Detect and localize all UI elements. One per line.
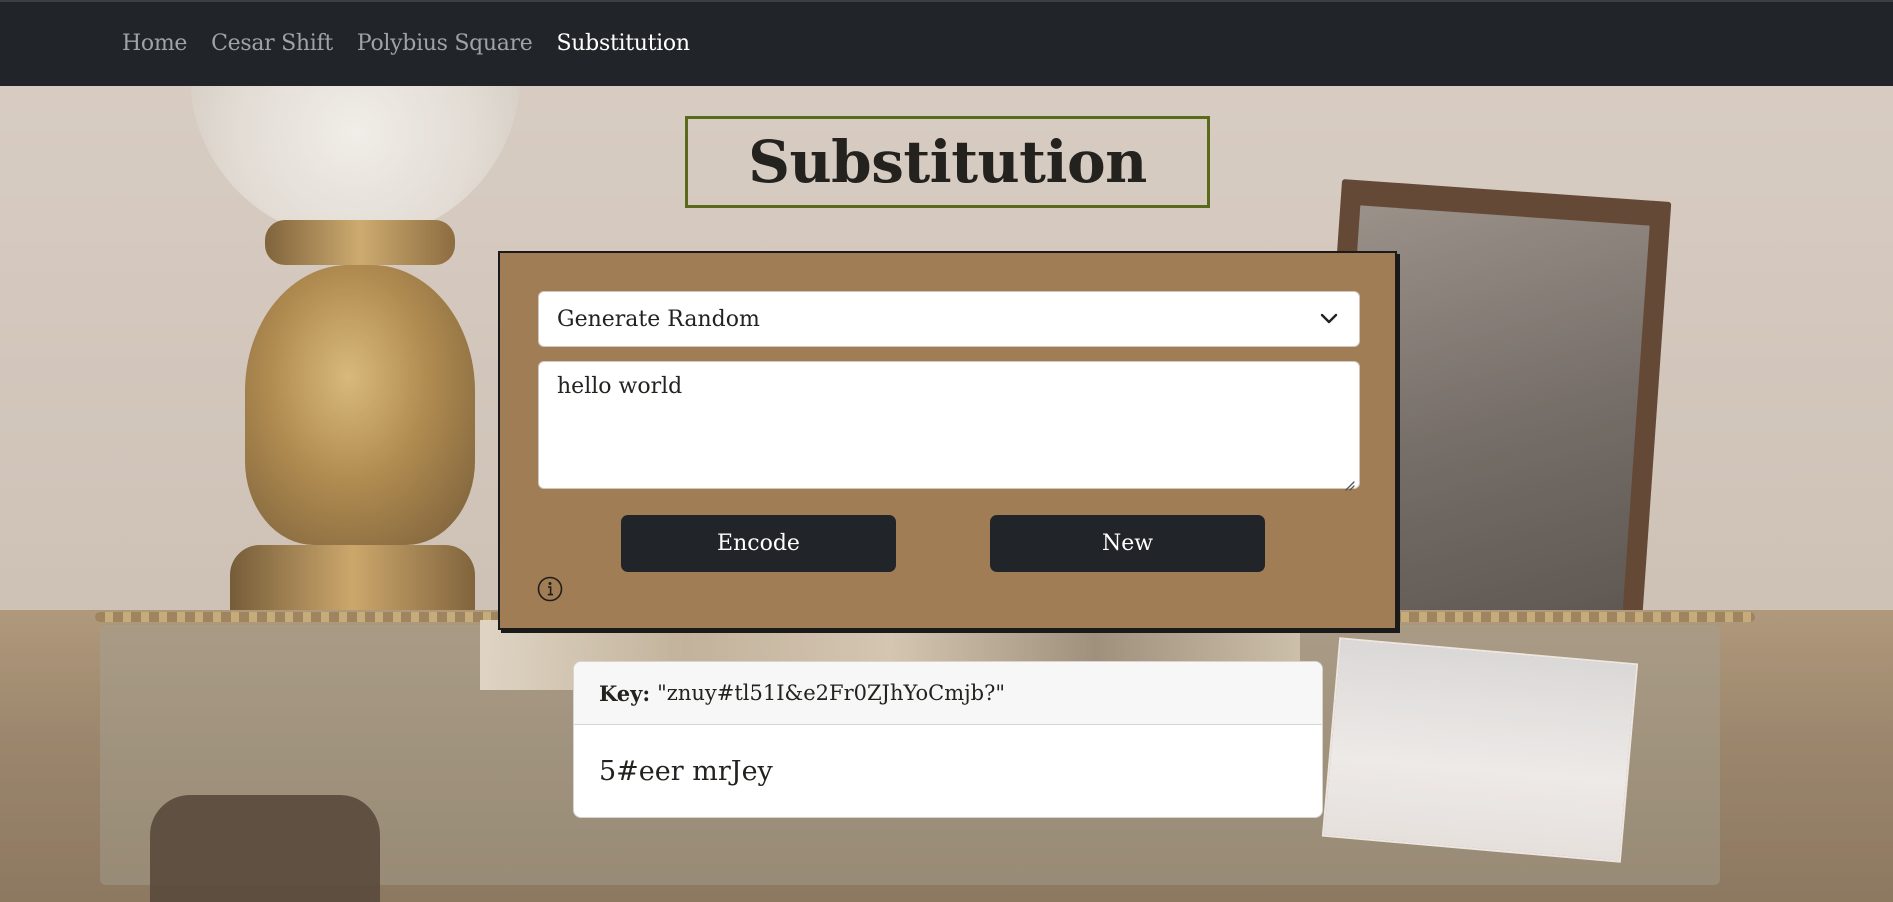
nav-substitution-link[interactable]: Substitution [557,28,691,60]
key-label: Key: [599,680,651,706]
chevron-down-icon [1317,307,1341,331]
message-textarea[interactable]: hello world [538,361,1360,491]
result-key-header: Key: "znuy#tl51I&e2Fr0ZJhYoCmjb?" [574,662,1322,725]
nav-links: Home Cesar Shift Polybius Square Substit… [122,28,690,60]
encode-button[interactable]: Encode [621,515,896,572]
encoded-output: 5#eer mrJey [599,755,773,787]
nav-home-link[interactable]: Home [122,28,187,60]
navbar: Home Cesar Shift Polybius Square Substit… [0,0,1893,86]
result-card: Key: "znuy#tl51I&e2Fr0ZJhYoCmjb?" 5#eer … [573,661,1323,818]
key-value: "znuy#tl51I&e2Fr0ZJhYoCmjb?" [657,681,1006,705]
new-button[interactable]: New [990,515,1265,572]
key-mode-select[interactable]: Generate Random [538,291,1360,347]
resize-grip-icon[interactable] [1343,472,1355,491]
message-text: hello world [557,374,683,399]
info-icon[interactable] [537,576,563,602]
page-title: Substitution [748,128,1147,196]
nav-cesar-shift-link[interactable]: Cesar Shift [211,28,333,60]
page-title-box: Substitution [685,116,1210,208]
nav-polybius-square-link[interactable]: Polybius Square [357,28,533,60]
cipher-panel: Generate Random hello world Encode New [498,251,1397,630]
key-mode-selected-value: Generate Random [557,306,760,332]
